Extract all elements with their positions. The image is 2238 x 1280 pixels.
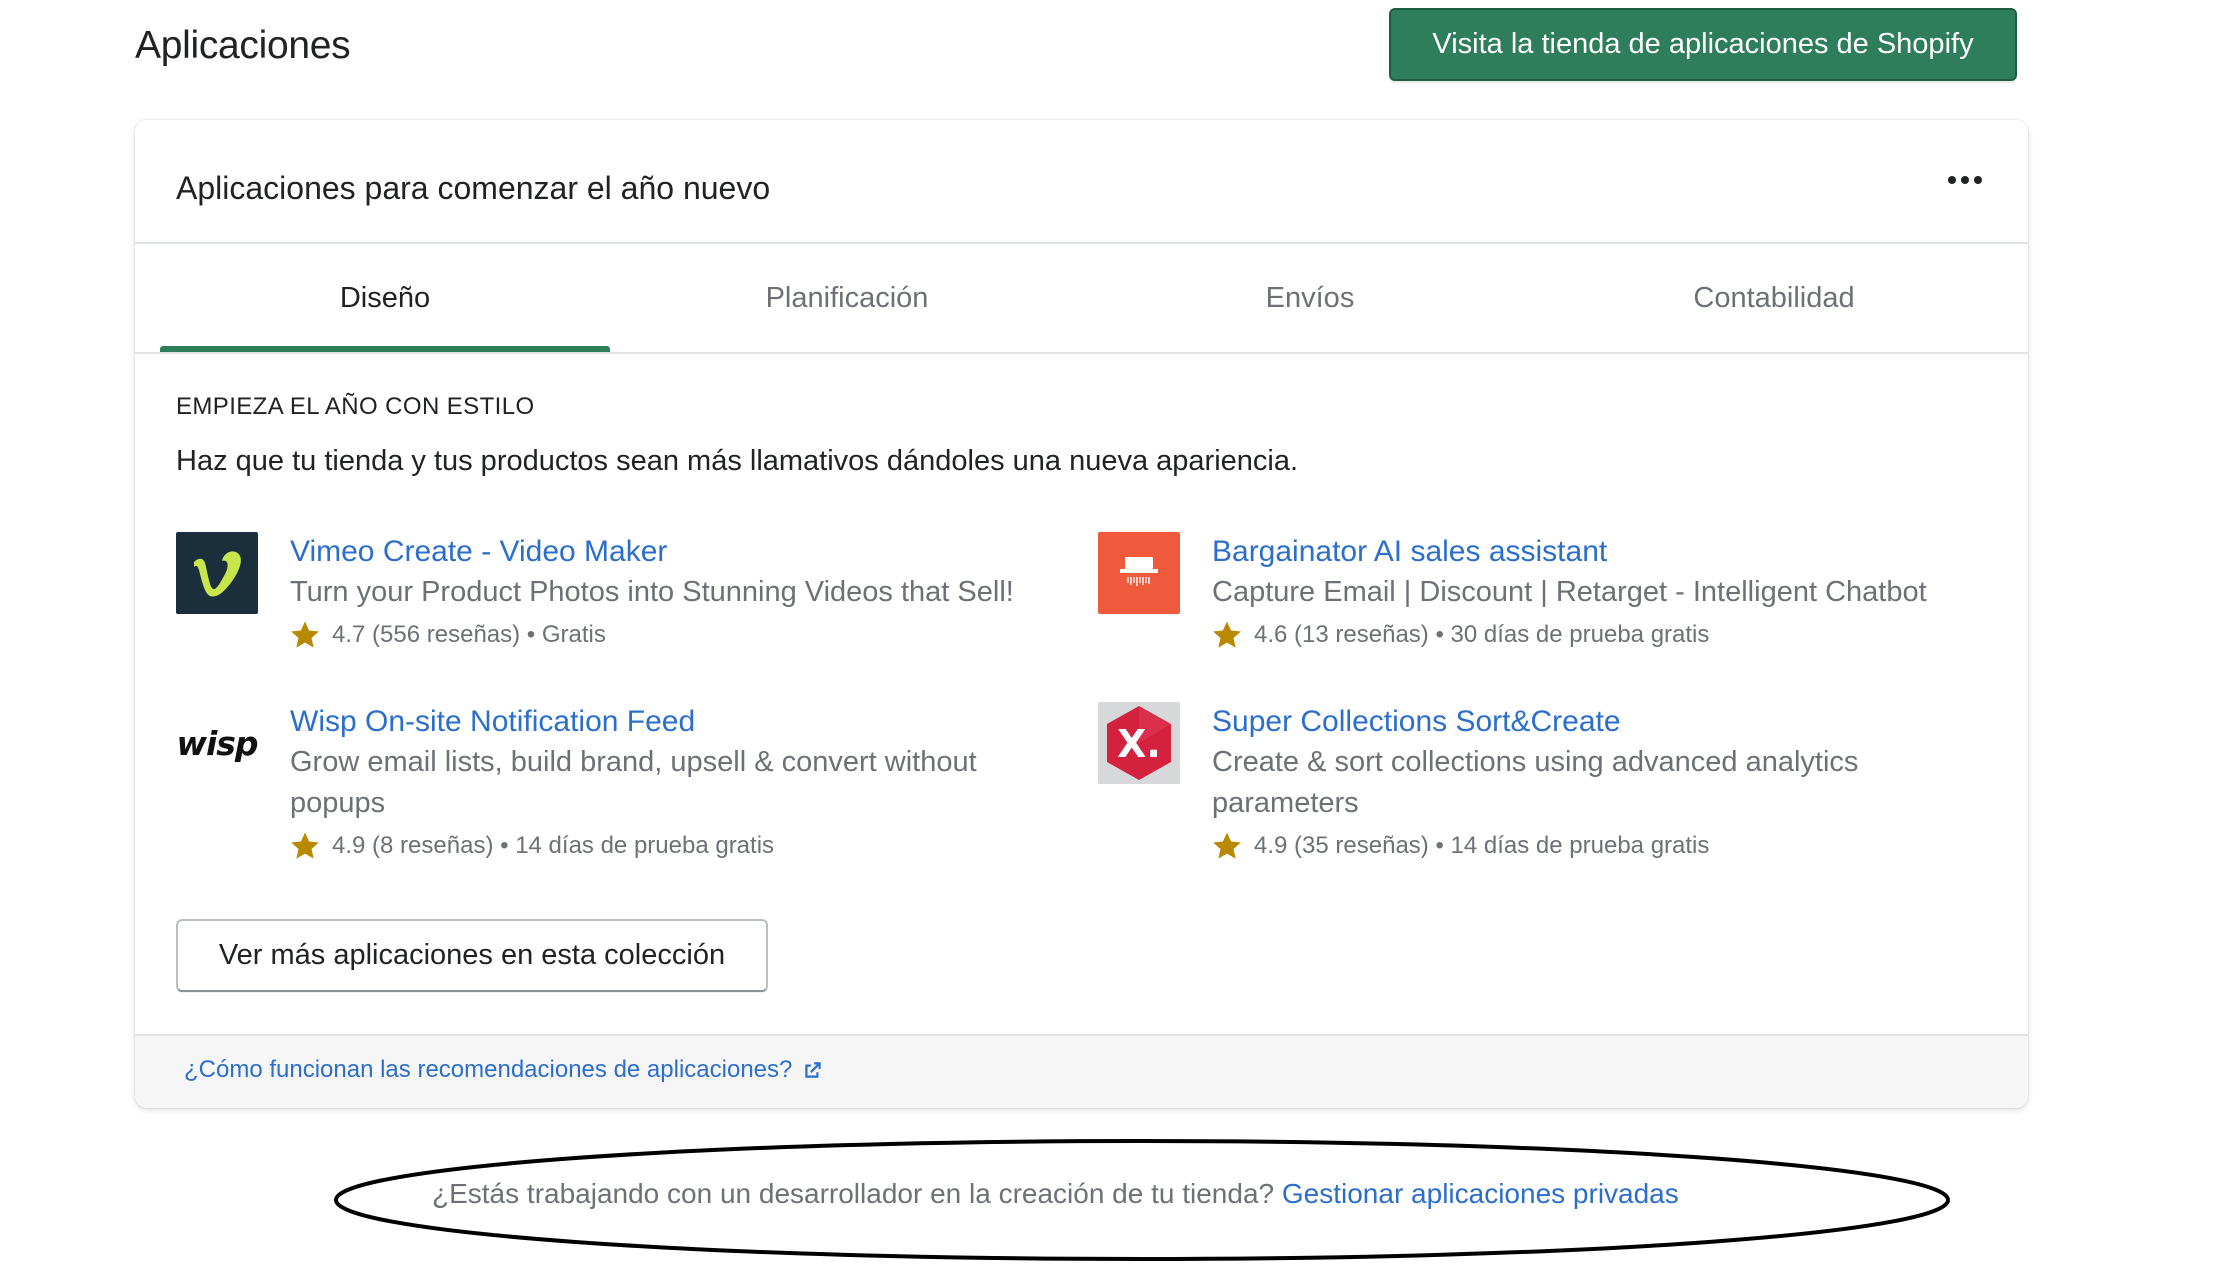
tab-contabilidad[interactable]: Contabilidad [1549,244,1999,352]
app-pricing: 30 días de prueba gratis [1450,621,1710,648]
app-tagline: Capture Email | Discount | Retarget - In… [1212,576,1927,608]
meta-separator: • [1435,621,1444,648]
visit-app-store-button[interactable]: Visita la tienda de aplicaciones de Shop… [1389,8,2017,81]
ellipsis-icon [1961,176,1969,184]
app-pricing: 14 días de prueba gratis [1450,832,1710,859]
vimeo-logo-icon[interactable] [176,532,258,614]
meta-separator: • [1435,832,1444,859]
card-header: Aplicaciones para comenzar el año nuevo [135,120,2028,244]
meta-separator: • [526,621,536,648]
wisp-logo-icon[interactable]: wisp [176,702,258,784]
tab-planificacion[interactable]: Planificación [622,244,1072,352]
footer-link-label: ¿Cómo funcionan las recomendaciones de a… [184,1056,793,1083]
app-rating: 4.9 [1254,832,1288,859]
app-name-link[interactable]: Vimeo Create - Video Maker [290,532,1070,572]
developer-note: ¿Estás trabajando con un desarrollador e… [0,1178,2238,1210]
card-title: Aplicaciones para comenzar el año nuevo [176,170,771,206]
page-title: Aplicaciones [135,24,351,67]
tab-envios[interactable]: Envíos [1085,244,1535,352]
star-icon [291,832,319,859]
category-tabs: Diseño Planificación Envíos Contabilidad [135,244,2028,354]
tab-diseno[interactable]: Diseño [160,244,610,352]
app-name-link[interactable]: Bargainator AI sales assistant [1212,532,1992,572]
star-icon [1213,832,1241,859]
app-recommendations-card: Aplicaciones para comenzar el año nuevo … [135,120,2028,1108]
app-tagline: Create & sort collections using advanced… [1212,746,1859,819]
app-rating: 4.7 [332,621,366,648]
app-name-link[interactable]: Wisp On-site Notification Feed [290,702,1070,742]
super-collections-logo-icon[interactable]: X. [1098,702,1180,784]
app-tagline: Turn your Product Photos into Stunning V… [290,576,1014,608]
ellipsis-icon [1974,176,1982,184]
super-collections-logo-text: X. [1117,722,1161,766]
app-review-count: (35 reseñas) [1294,832,1429,859]
app-rating: 4.6 [1254,621,1288,648]
app-rating-row: 4.7 (556 reseñas) • Gratis [290,615,1070,655]
meta-separator: • [500,832,509,859]
wisp-logo-text: wisp [176,723,258,763]
app-review-count: (13 reseñas) [1294,621,1429,648]
section-eyebrow: EMPIEZA EL AÑO CON ESTILO [176,393,535,420]
app-rating-row: 4.9 (8 reseñas) • 14 días de prueba grat… [290,826,1070,866]
card-footer: ¿Cómo funcionan las recomendaciones de a… [135,1034,2028,1108]
active-tab-indicator [160,346,610,352]
section-description: Haz que tu tienda y tus productos sean m… [176,445,1299,477]
app-review-count: (556 reseñas) [372,621,521,648]
app-review-count: (8 reseñas) [372,832,494,859]
ellipsis-icon [1948,176,1956,184]
app-rating-row: 4.9 (35 reseñas) • 14 días de prueba gra… [1212,826,1992,866]
more-apps-in-collection-button[interactable]: Ver más aplicaciones en esta colección [176,919,768,992]
manage-private-apps-link[interactable]: Gestionar aplicaciones privadas [1282,1178,1679,1209]
how-recommendations-work-link[interactable]: ¿Cómo funcionan las recomendaciones de a… [184,1056,824,1084]
star-icon [1213,621,1241,648]
developer-note-text: ¿Estás trabajando con un desarrollador e… [432,1178,1275,1209]
app-tagline: Grow email lists, build brand, upsell & … [290,746,977,819]
bargainator-logo-icon[interactable] [1098,532,1180,614]
external-link-icon [805,1062,822,1078]
app-pricing: Gratis [541,621,606,648]
more-actions-button[interactable] [1935,160,1995,200]
app-pricing: 14 días de prueba gratis [515,832,775,859]
app-rating: 4.9 [332,832,366,859]
app-rating-row: 4.6 (13 reseñas) • 30 días de prueba gra… [1212,615,1992,655]
star-icon [291,621,319,648]
app-name-link[interactable]: Super Collections Sort&Create [1212,702,1992,742]
